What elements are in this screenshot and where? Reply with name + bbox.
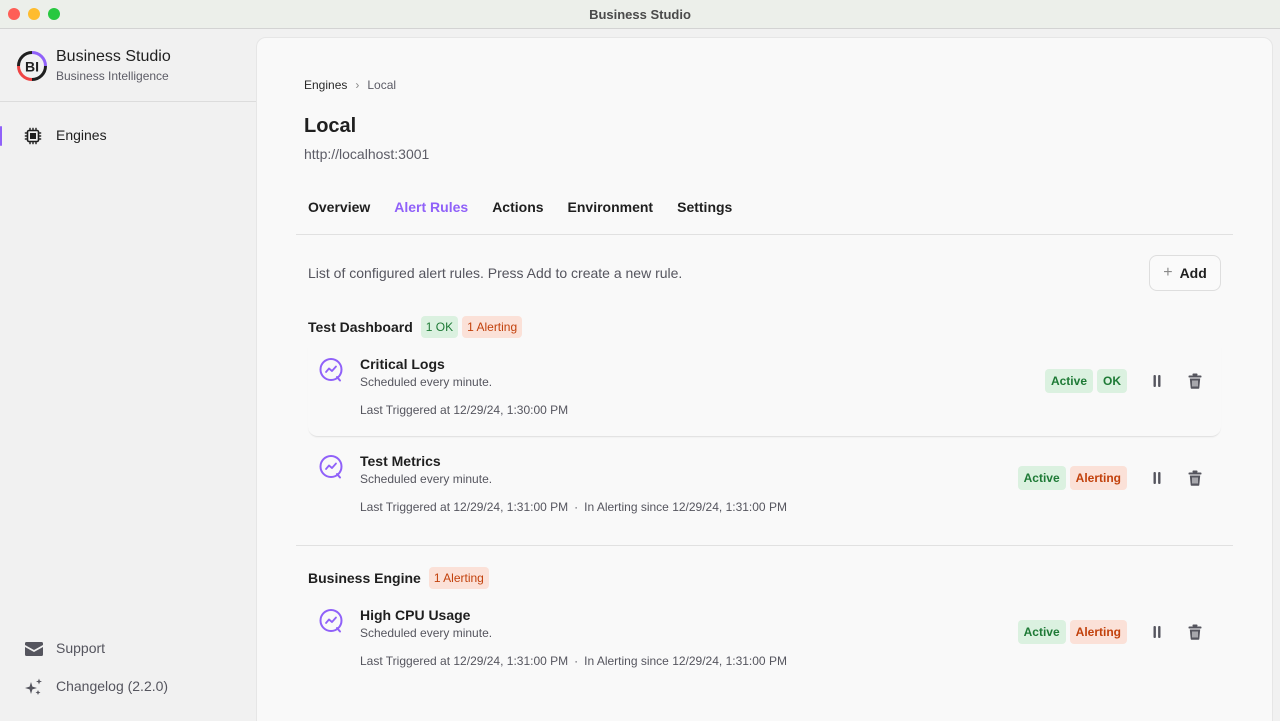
add-button-label: Add <box>1179 265 1207 281</box>
breadcrumb-local: Local <box>367 78 397 92</box>
app-name: Business Studio <box>56 48 171 65</box>
rule-meta: Last Triggered at 12/29/24, 1:31:00 PM · I… <box>360 500 787 514</box>
page-title: Local <box>304 115 357 137</box>
sidebar-divider <box>0 101 256 102</box>
alert-chart-bubble-icon <box>319 609 343 633</box>
chevron-right-icon: › <box>355 78 360 92</box>
state-badge: Active <box>1017 620 1066 644</box>
sidebar-item-label: Engines <box>56 127 107 143</box>
alert-rules-description: List of configured alert rules. Press Ad… <box>308 265 683 281</box>
alerting-since: In Alerting since 12/29/24, 1:31:00 PM <box>584 500 787 514</box>
breadcrumb: Engines › Local <box>304 78 396 92</box>
rule-name: Critical Logs <box>360 356 445 372</box>
close-window-button[interactable] <box>8 8 20 20</box>
rule-meta: Last Triggered at 12/29/24, 1:31:00 PM · I… <box>360 654 787 668</box>
alert-chart-bubble-icon <box>319 358 343 382</box>
sidebar-item-label: Support <box>56 640 106 656</box>
pause-icon <box>1153 375 1161 387</box>
trash-icon <box>1188 470 1202 486</box>
meta-separator: · <box>574 654 579 668</box>
state-badge: Active <box>1044 369 1093 393</box>
rule-meta: Last Triggered at 12/29/24, 1:30:00 PM <box>360 403 568 417</box>
group-title: Test Dashboard <box>308 319 413 335</box>
rule-status: Active Alerting <box>1017 466 1221 490</box>
pause-icon <box>1153 626 1161 638</box>
maximize-window-button[interactable] <box>48 8 60 20</box>
engine-url: http://localhost:3001 <box>304 146 430 162</box>
plus-icon: + <box>1163 264 1173 281</box>
alerting-count-badge: 1 Alerting <box>462 316 523 338</box>
rule-row-test-metrics[interactable]: Test Metrics Scheduled every minute. Las… <box>308 444 1221 534</box>
bi-logo-icon: BI <box>17 50 47 81</box>
brand: BI Business Studio Business Intelligence <box>16 47 171 84</box>
add-rule-button[interactable]: + Add <box>1149 255 1221 291</box>
section-divider <box>296 545 1233 546</box>
tab-settings[interactable]: Settings <box>677 199 732 215</box>
last-triggered: Last Triggered at 12/29/24, 1:31:00 PM <box>360 654 569 668</box>
rule-schedule: Scheduled every minute. <box>360 375 493 389</box>
pause-icon <box>1153 472 1161 484</box>
state-badge: Active <box>1017 466 1066 490</box>
delete-button[interactable] <box>1185 371 1205 391</box>
rule-schedule: Scheduled every minute. <box>360 626 493 640</box>
window-title: Business Studio <box>589 6 691 22</box>
status-badge: Alerting <box>1069 466 1127 490</box>
cpu-chip-icon <box>24 127 42 145</box>
tab-actions[interactable]: Actions <box>492 199 543 215</box>
rule-row-high-cpu-usage[interactable]: High CPU Usage Scheduled every minute. L… <box>308 598 1221 688</box>
meta-separator: · <box>574 500 579 514</box>
group-title: Business Engine <box>308 570 421 586</box>
delete-button[interactable] <box>1185 622 1205 642</box>
rule-status: Active Alerting <box>1017 620 1221 644</box>
tab-bar: Overview Alert Rules Actions Environment… <box>308 199 756 215</box>
sidebar-item-changelog[interactable]: Changelog (2.2.0) <box>0 675 256 699</box>
envelope-icon <box>25 642 43 656</box>
main-panel: Engines › Local Local http://localhost:3… <box>256 37 1273 721</box>
active-indicator <box>0 126 2 146</box>
rule-name: Test Metrics <box>360 453 441 469</box>
sidebar: BI Business Studio Business Intelligence… <box>0 30 256 721</box>
alerting-count-badge: 1 Alerting <box>428 567 489 589</box>
rule-name: High CPU Usage <box>360 607 471 623</box>
status-badge: OK <box>1097 369 1127 393</box>
app-subtitle: Business Intelligence <box>56 69 169 83</box>
pause-button[interactable] <box>1147 622 1167 642</box>
status-badge: Alerting <box>1069 620 1127 644</box>
alerting-since: In Alerting since 12/29/24, 1:31:00 PM <box>584 654 787 668</box>
svg-text:BI: BI <box>25 58 39 74</box>
tab-overview[interactable]: Overview <box>308 199 370 215</box>
tab-environment[interactable]: Environment <box>568 199 654 215</box>
alert-chart-bubble-icon <box>319 455 343 479</box>
tabs-divider <box>296 234 1233 235</box>
pause-button[interactable] <box>1147 468 1167 488</box>
group-header-test-dashboard: Test Dashboard 1 OK 1 Alerting <box>308 316 526 338</box>
rule-schedule: Scheduled every minute. <box>360 472 493 486</box>
tab-alert-rules[interactable]: Alert Rules <box>394 199 468 215</box>
sidebar-item-label: Changelog (2.2.0) <box>56 678 169 694</box>
trash-icon <box>1188 373 1202 389</box>
minimize-window-button[interactable] <box>28 8 40 20</box>
last-triggered: Last Triggered at 12/29/24, 1:30:00 PM <box>360 403 569 417</box>
rule-row-critical-logs[interactable]: Critical Logs Scheduled every minute. La… <box>308 347 1221 437</box>
window-controls <box>8 8 60 20</box>
trash-icon <box>1188 624 1202 640</box>
last-triggered: Last Triggered at 12/29/24, 1:31:00 PM <box>360 500 569 514</box>
group-header-business-engine: Business Engine 1 Alerting <box>308 567 493 589</box>
title-bar: Business Studio <box>0 0 1280 29</box>
sidebar-item-support[interactable]: Support <box>0 637 256 661</box>
delete-button[interactable] <box>1185 468 1205 488</box>
sparkles-icon <box>25 678 42 695</box>
rule-status: Active OK <box>1044 369 1221 393</box>
pause-button[interactable] <box>1147 371 1167 391</box>
breadcrumb-engines[interactable]: Engines <box>304 78 347 92</box>
sidebar-item-engines[interactable]: Engines <box>0 122 256 150</box>
ok-count-badge: 1 OK <box>420 316 459 338</box>
